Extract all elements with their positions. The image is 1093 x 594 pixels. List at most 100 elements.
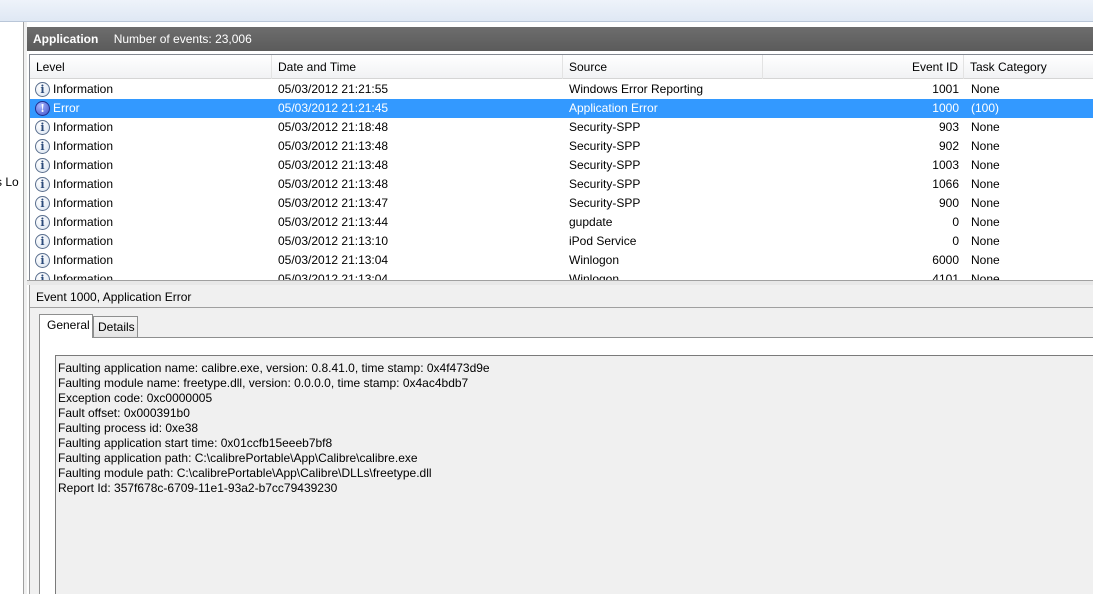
column-header-source[interactable]: Source [563, 55, 763, 79]
info-icon: i [35, 215, 50, 230]
event-source: Security-SPP [569, 120, 641, 134]
event-source: Application Error [569, 101, 658, 115]
info-icon: i [35, 82, 50, 97]
event-id: 1066 [932, 177, 959, 191]
info-icon: i [35, 234, 50, 249]
event-date: 05/03/2012 21:13:04 [278, 272, 389, 280]
event-category: None [971, 158, 1000, 172]
log-name: Application [33, 32, 99, 46]
event-category: None [971, 120, 1000, 134]
event-source: Winlogon [569, 253, 620, 267]
detail-line: Faulting module path: C:\calibrePortable… [58, 466, 432, 480]
table-row[interactable]: i Information 05/03/2012 21:13:47 Security-… [30, 194, 1093, 213]
event-date: 05/03/2012 21:13:10 [278, 234, 389, 248]
info-icon: i [35, 177, 50, 192]
event-category: None [971, 272, 1000, 280]
event-date: 05/03/2012 21:21:55 [278, 82, 389, 96]
event-level: Information [53, 272, 114, 280]
detail-line: Exception code: 0xc0000005 [58, 391, 213, 405]
event-count: Number of events: 23,006 [113, 32, 252, 46]
tab-details[interactable]: Details [93, 316, 138, 338]
detail-line: Faulting application path: C:\calibrePor… [58, 451, 418, 465]
event-category: None [971, 139, 1000, 153]
event-date: 05/03/2012 21:18:48 [278, 120, 389, 134]
top-toolbar [0, 0, 1093, 22]
event-date: 05/03/2012 21:13:48 [278, 177, 389, 191]
table-row[interactable]: i Information 05/03/2012 21:18:48 Security-… [30, 118, 1093, 137]
detail-line: Faulting application start time: 0x01ccf… [58, 436, 333, 450]
event-id: 1001 [932, 82, 959, 96]
tree-node-label[interactable]: s Lo [0, 175, 19, 189]
column-header-task-category[interactable]: Task Category [964, 55, 1093, 79]
event-date: 05/03/2012 21:13:48 [278, 158, 389, 172]
detail-line: Report Id: 357f678c-6709-11e1-93a2-b7cc7… [58, 481, 338, 495]
pane-splitter[interactable] [24, 22, 27, 594]
event-level: Information [53, 177, 114, 191]
table-row[interactable]: i Information 05/03/2012 21:13:48 Security-… [30, 137, 1093, 156]
info-icon: i [35, 253, 50, 268]
event-source: Security-SPP [569, 158, 641, 172]
table-row[interactable]: i Information 05/03/2012 21:13:48 Security-… [30, 156, 1093, 175]
event-source: Windows Error Reporting [569, 82, 704, 96]
event-id: 903 [938, 120, 959, 134]
column-header-level[interactable]: Level [30, 55, 272, 79]
event-id: 902 [938, 139, 959, 153]
event-id: 0 [952, 215, 959, 229]
event-source: Winlogon [569, 272, 620, 280]
event-level: Information [53, 253, 114, 267]
column-header-event-id[interactable]: Event ID [763, 55, 964, 79]
event-date: 05/03/2012 21:13:48 [278, 139, 389, 153]
tab-general[interactable]: General [39, 314, 93, 338]
event-id: 1000 [932, 101, 959, 115]
event-list[interactable]: Level Date and Time Source Event ID Task… [29, 54, 1093, 280]
event-level: Information [53, 158, 114, 172]
event-level: Information [53, 196, 114, 210]
divider [30, 307, 1093, 308]
event-date: 05/03/2012 21:13:47 [278, 196, 389, 210]
event-source: iPod Service [569, 234, 637, 248]
log-header: Application Number of events: 23,006 [27, 27, 1093, 51]
event-level: Error [53, 101, 80, 115]
event-category: None [971, 177, 1000, 191]
event-id: 6000 [932, 253, 959, 267]
event-level: Information [53, 139, 114, 153]
table-row[interactable]: i Information 05/03/2012 21:13:04 Winlogon 6… [30, 251, 1093, 270]
event-category: None [971, 196, 1000, 210]
event-level: Information [53, 82, 114, 96]
event-category: None [971, 253, 1000, 267]
detail-line: Faulting application name: calibre.exe, … [58, 361, 490, 375]
event-source: Security-SPP [569, 196, 641, 210]
table-row[interactable]: i Information 05/03/2012 21:13:10 iPod Serv… [30, 232, 1093, 251]
detail-line: Fault offset: 0x000391b0 [58, 406, 190, 420]
event-level: Information [53, 234, 114, 248]
navigation-tree-pane[interactable]: s Lo [0, 22, 24, 594]
event-source: Security-SPP [569, 177, 641, 191]
error-icon: ! [35, 101, 50, 116]
detail-line: Faulting process id: 0xe38 [58, 421, 199, 435]
event-id: 900 [938, 196, 959, 210]
table-row[interactable]: ! Error 05/03/2012 21:21:45 Application Err… [30, 99, 1093, 118]
info-icon: i [35, 139, 50, 154]
event-category: None [971, 215, 1000, 229]
table-row[interactable]: i Information 05/03/2012 21:13:48 Security-… [30, 175, 1093, 194]
event-date: 05/03/2012 21:13:44 [278, 215, 389, 229]
detail-line: Faulting module name: freetype.dll, vers… [58, 376, 469, 390]
event-source: Security-SPP [569, 139, 641, 153]
event-category: (100) [971, 101, 1000, 115]
event-category: None [971, 82, 1000, 96]
event-id: 0 [952, 234, 959, 248]
detail-title: Event 1000, Application Error [36, 290, 192, 304]
table-row[interactable]: i Information 05/03/2012 21:21:55 Windows E… [30, 80, 1093, 99]
table-row[interactable]: i Information 05/03/2012 21:13:04 Winlogon 4… [30, 270, 1093, 280]
column-headers: Level Date and Time Source Event ID Task… [30, 55, 1093, 79]
event-category: None [971, 234, 1000, 248]
info-icon: i [35, 120, 50, 135]
event-id: 4101 [932, 272, 959, 280]
event-id: 1003 [932, 158, 959, 172]
event-date: 05/03/2012 21:21:45 [278, 101, 389, 115]
event-description-box[interactable]: Faulting application name: calibre.exe, … [55, 355, 1093, 594]
info-icon: i [35, 158, 50, 173]
event-detail-pane: Event 1000, Application Error General De… [29, 285, 1093, 594]
column-header-date[interactable]: Date and Time [272, 55, 563, 79]
table-row[interactable]: i Information 05/03/2012 21:13:44 gupdate 0 N… [30, 213, 1093, 232]
